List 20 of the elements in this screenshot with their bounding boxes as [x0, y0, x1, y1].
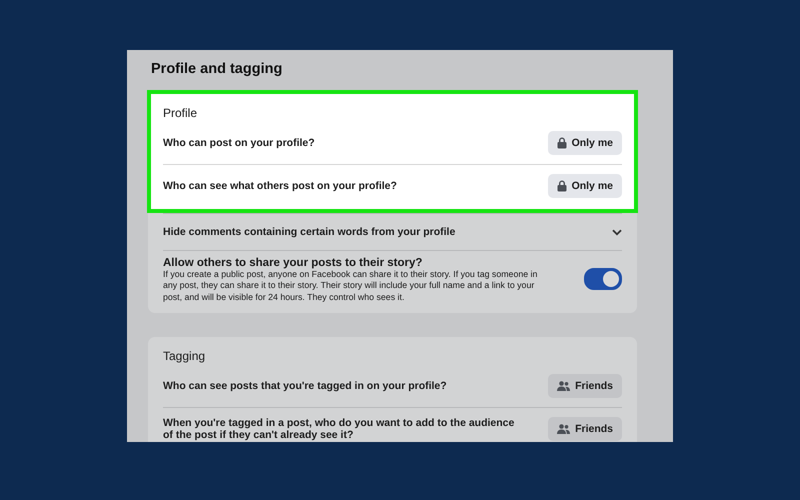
setting-label: Allow others to share your posts to their story? [163, 257, 424, 269]
people-icon [557, 424, 570, 434]
setting-label: Hide comments containing certain words from your profile [163, 226, 456, 238]
setting-label: Who can see what others post on your profile? [163, 180, 397, 192]
chevron-icon[interactable] [612, 228, 622, 236]
lock-icon [556, 137, 567, 149]
setting-description: If you create a public post, anyone on Facebook can share it to their story. If you tag someone in any post, they can share it to their story. Their story will include your full name and a link to your post, and will be visible for 24 hours. They control who sees it. [163, 269, 538, 304]
section-title: Tagging [163, 349, 206, 364]
audience-button[interactable]: Only me [548, 131, 622, 155]
page-title: Profile and tagging [151, 61, 284, 77]
section-title: Profile [163, 106, 198, 120]
lock-icon [556, 180, 567, 192]
setting-label: Who can post on your profile? [163, 136, 315, 150]
audience-button[interactable]: Friends [548, 417, 622, 442]
audience-button[interactable]: Only me [548, 174, 622, 198]
audience-button[interactable]: Friends [548, 374, 622, 398]
people-icon [557, 381, 570, 392]
setting-label: Who can see posts that you're tagged in on your profile? [163, 380, 447, 393]
setting-label: When you're tagged in a post, who do you want to add to the audience of the post if they can't already see it? [163, 416, 516, 442]
toggle-switch[interactable] [584, 268, 622, 290]
